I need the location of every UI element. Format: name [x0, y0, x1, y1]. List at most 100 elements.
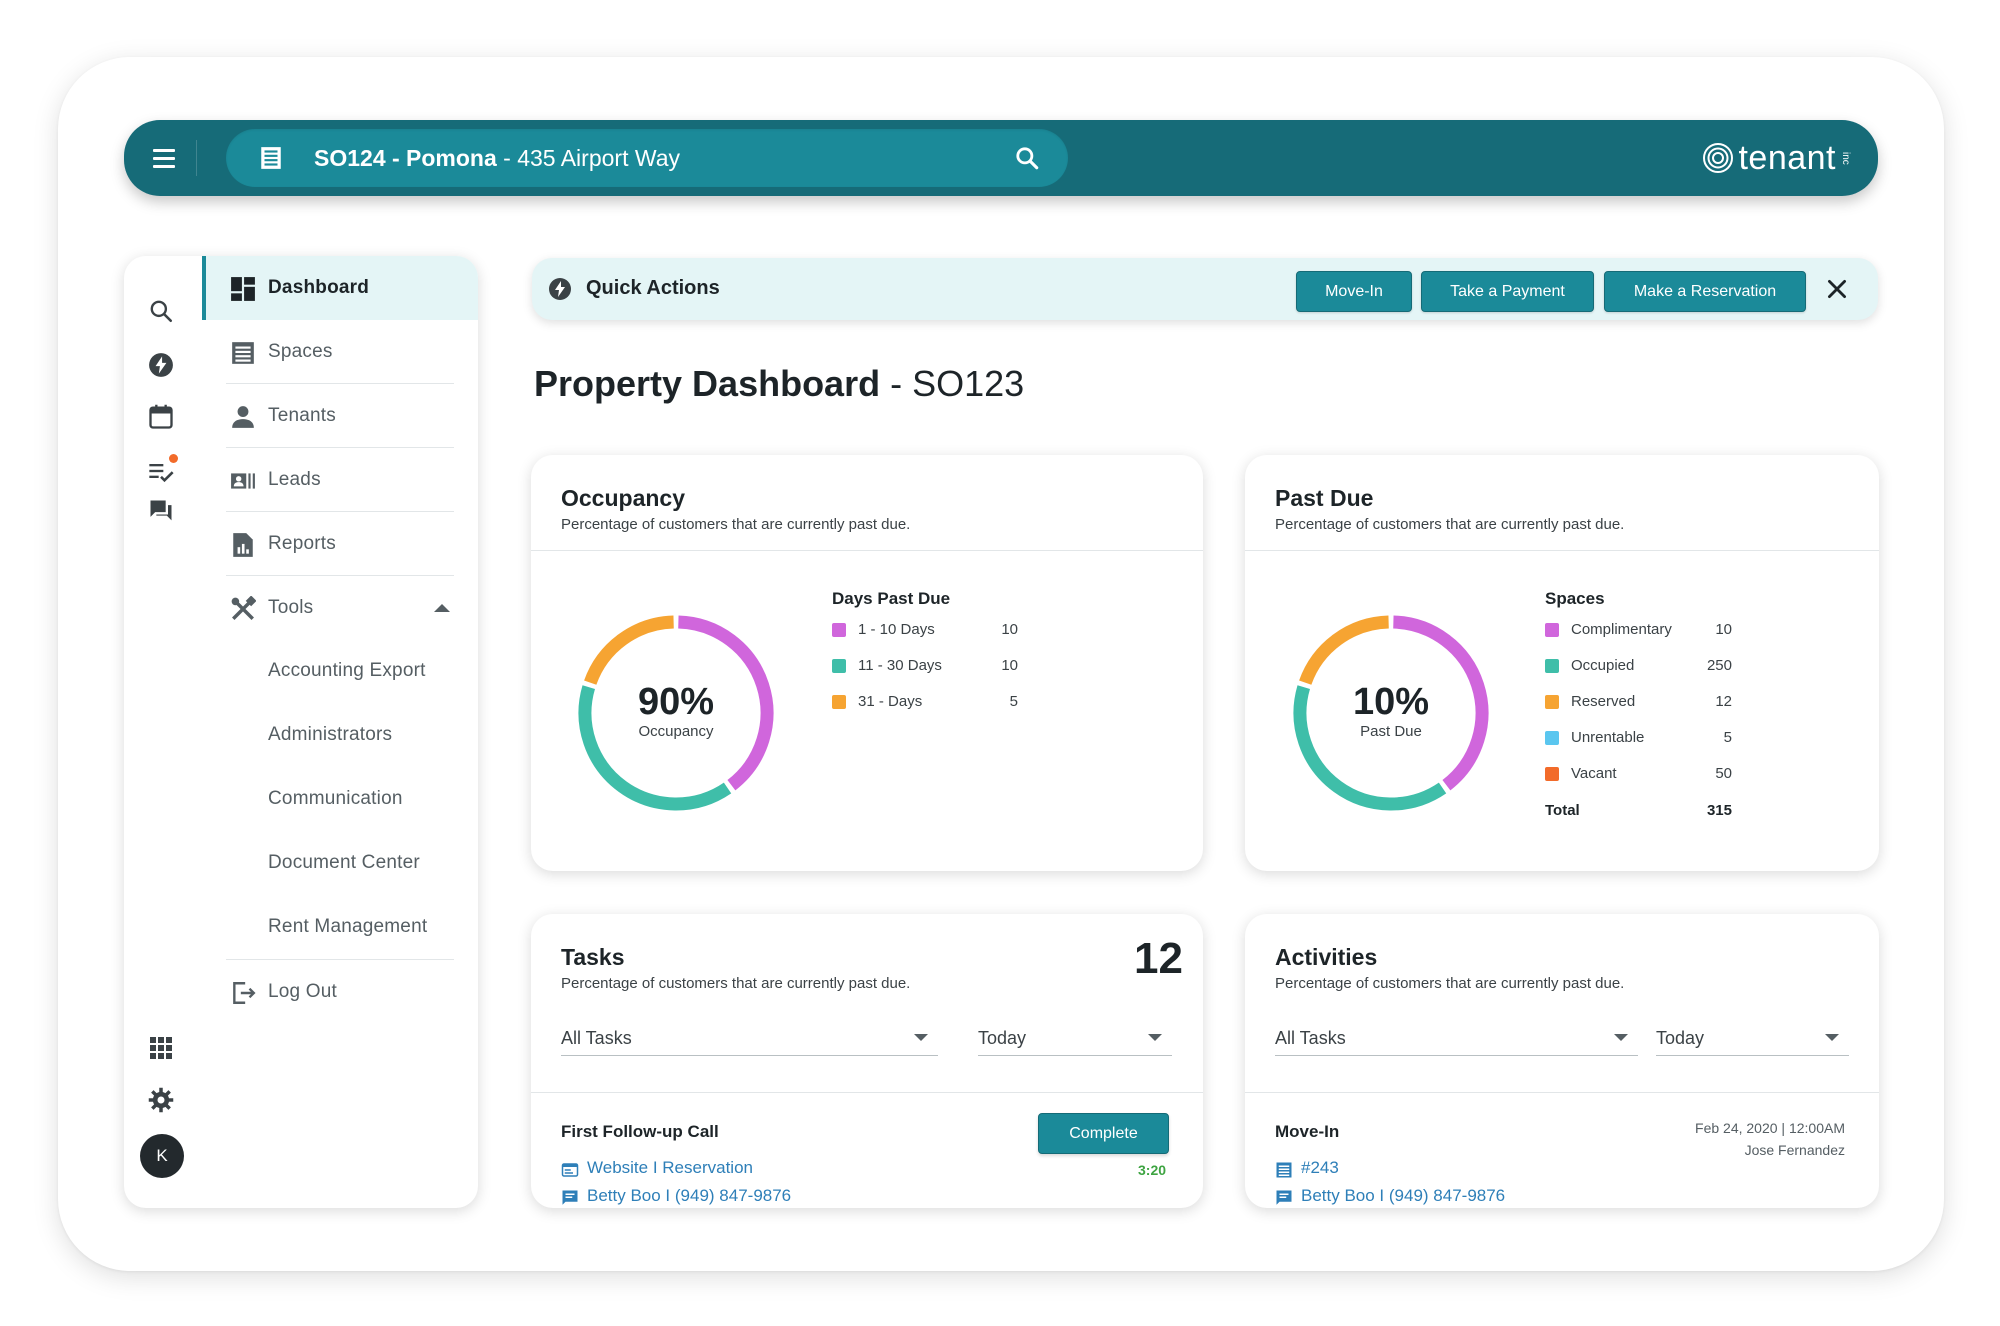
take-payment-button[interactable]: Take a Payment: [1421, 271, 1594, 312]
rail-settings-gear-icon[interactable]: [146, 1085, 176, 1115]
legend-title: Spaces: [1545, 589, 1605, 608]
sidebar-item-label: Log Out: [268, 981, 338, 1002]
sidebar-subitem-label: Rent Management: [268, 916, 428, 937]
legend-total-row: Total 315: [1545, 801, 1732, 821]
chevron-up-icon: [434, 604, 450, 612]
sidebar-subitem-communication[interactable]: Communication: [202, 768, 478, 832]
sidebar-subitem-administrators[interactable]: Administrators: [202, 704, 478, 768]
sidebar-item-label: Reports: [268, 533, 336, 554]
activity-filter-select[interactable]: All Tasks: [1275, 1018, 1638, 1056]
task-filter-select[interactable]: All Tasks: [561, 1018, 938, 1056]
legend-swatch: [1545, 767, 1559, 781]
lightning-icon: [549, 278, 571, 300]
tenant-logo-text: tenant: [1738, 139, 1836, 177]
legend-label: Reserved: [1571, 693, 1636, 710]
legend-label: 1 - 10 Days: [858, 621, 935, 638]
legend-swatch: [1545, 659, 1559, 673]
chevron-down-icon: [1825, 1034, 1839, 1041]
message-icon: [562, 1190, 578, 1205]
activity-title: Move-In: [1275, 1122, 1340, 1141]
activity-space-link[interactable]: #243: [1275, 1158, 1575, 1180]
sidebar-item-leads[interactable]: Leads: [202, 448, 478, 512]
link-text: Website I Reservation: [587, 1158, 753, 1177]
sidebar-item-dashboard[interactable]: Dashboard: [202, 256, 478, 320]
contact-card-icon: [231, 473, 255, 489]
search-icon[interactable]: [1014, 145, 1040, 171]
legend-label: Occupied: [1571, 657, 1635, 674]
link-text: #243: [1301, 1158, 1339, 1177]
location-address: - 435 Airport Way: [496, 145, 680, 171]
current-location: SO124 - Pomona - 435 Airport Way: [314, 145, 680, 172]
sidebar-item-label: Dashboard: [268, 277, 370, 298]
activity-period-select[interactable]: Today: [1656, 1018, 1849, 1056]
tasks-count: 12: [1134, 934, 1183, 983]
occupancy-card: Occupancy Percentage of customers that a…: [531, 455, 1203, 871]
card-title: Tasks: [561, 944, 625, 970]
legend-swatch: [832, 695, 846, 709]
sidebar-item-label: Tools: [268, 597, 314, 618]
task-source-link[interactable]: Website I Reservation: [561, 1158, 861, 1180]
tenant-logo: tenant inc: [1702, 138, 1851, 178]
rail-calendar-icon[interactable]: [146, 402, 176, 432]
rail-search-icon[interactable]: [146, 296, 176, 326]
complete-button[interactable]: Complete: [1038, 1113, 1169, 1154]
past-due-card: Past Due Percentage of customers that ar…: [1245, 455, 1879, 871]
sidebar-item-tools[interactable]: Tools: [202, 576, 478, 640]
task-contact-link[interactable]: Betty Boo I (949) 847-9876: [561, 1186, 861, 1208]
select-value: Today: [978, 1028, 1027, 1048]
past-due-label: Past Due: [1360, 723, 1422, 740]
legend-item: 31 - Days 5: [832, 692, 1018, 712]
tools-icon: [231, 596, 256, 620]
rail-tasks-icon[interactable]: [146, 454, 178, 486]
web-form-icon: [561, 1163, 579, 1177]
task-period-select[interactable]: Today: [978, 1018, 1172, 1056]
legend-value: 10: [1001, 621, 1018, 638]
sidebar-item-label: Spaces: [268, 341, 333, 362]
storage-unit-icon: [261, 147, 281, 169]
sidebar-subitem-accounting-export[interactable]: Accounting Export: [202, 640, 478, 704]
legend-label: Vacant: [1571, 765, 1617, 782]
sidebar-item-reports[interactable]: Reports: [202, 512, 478, 576]
notification-dot: [169, 454, 178, 463]
divider: [531, 550, 1203, 551]
legend-swatch: [1545, 623, 1559, 637]
legend-item: 1 - 10 Days 10: [832, 620, 1018, 640]
storage-unit-icon: [1276, 1162, 1292, 1178]
card-subtitle: Percentage of customers that are current…: [1275, 516, 1625, 533]
activity-contact-link[interactable]: Betty Boo I (949) 847-9876: [1275, 1186, 1575, 1208]
sidebar-item-tenants[interactable]: Tenants: [202, 384, 478, 448]
make-reservation-button[interactable]: Make a Reservation: [1604, 271, 1806, 312]
location-search-field[interactable]: SO124 - Pomona - 435 Airport Way: [226, 129, 1068, 187]
sidebar-item-spaces[interactable]: Spaces: [202, 320, 478, 384]
rail-chat-icon[interactable]: [146, 496, 176, 526]
move-in-button[interactable]: Move-In: [1296, 271, 1412, 312]
legend-item: Unrentable 5: [1545, 728, 1732, 748]
close-icon[interactable]: [1824, 276, 1850, 302]
menu-icon[interactable]: [146, 140, 182, 176]
chevron-down-icon: [914, 1034, 928, 1041]
past-due-donut-center: 10% Past Due: [1287, 609, 1495, 817]
sidebar-subitem-rent-management[interactable]: Rent Management: [202, 896, 478, 960]
rail-quick-actions-icon[interactable]: [146, 350, 176, 380]
sidebar-item-logout[interactable]: Log Out: [202, 960, 478, 1024]
tenant-logo-mark-icon: [1703, 143, 1734, 173]
message-icon: [1276, 1190, 1292, 1205]
sidebar-subitem-document-center[interactable]: Document Center: [202, 832, 478, 896]
sidebar: K Dashboard Spaces Tenants Leads Reports…: [124, 256, 478, 1208]
page-title-suffix: - SO123: [880, 363, 1025, 404]
rail-apps-grid-icon[interactable]: [146, 1033, 176, 1063]
link-text: Betty Boo I (949) 847-9876: [1301, 1186, 1506, 1205]
quick-actions-title: Quick Actions: [586, 277, 720, 299]
user-avatar[interactable]: K: [140, 1134, 184, 1178]
legend-swatch: [1545, 731, 1559, 745]
tasks-card: Tasks Percentage of customers that are c…: [531, 914, 1203, 1208]
legend-label: Complimentary: [1571, 621, 1672, 638]
legend-swatch: [1545, 695, 1559, 709]
legend-value: 5: [1009, 693, 1018, 710]
location-code: SO124 - Pomona: [314, 145, 497, 171]
task-title: First Follow-up Call: [561, 1122, 719, 1141]
link-text: Betty Boo I (949) 847-9876: [587, 1186, 792, 1205]
legend-label: Unrentable: [1571, 729, 1645, 746]
legend-item: Vacant 50: [1545, 764, 1732, 784]
card-title: Past Due: [1275, 485, 1374, 511]
